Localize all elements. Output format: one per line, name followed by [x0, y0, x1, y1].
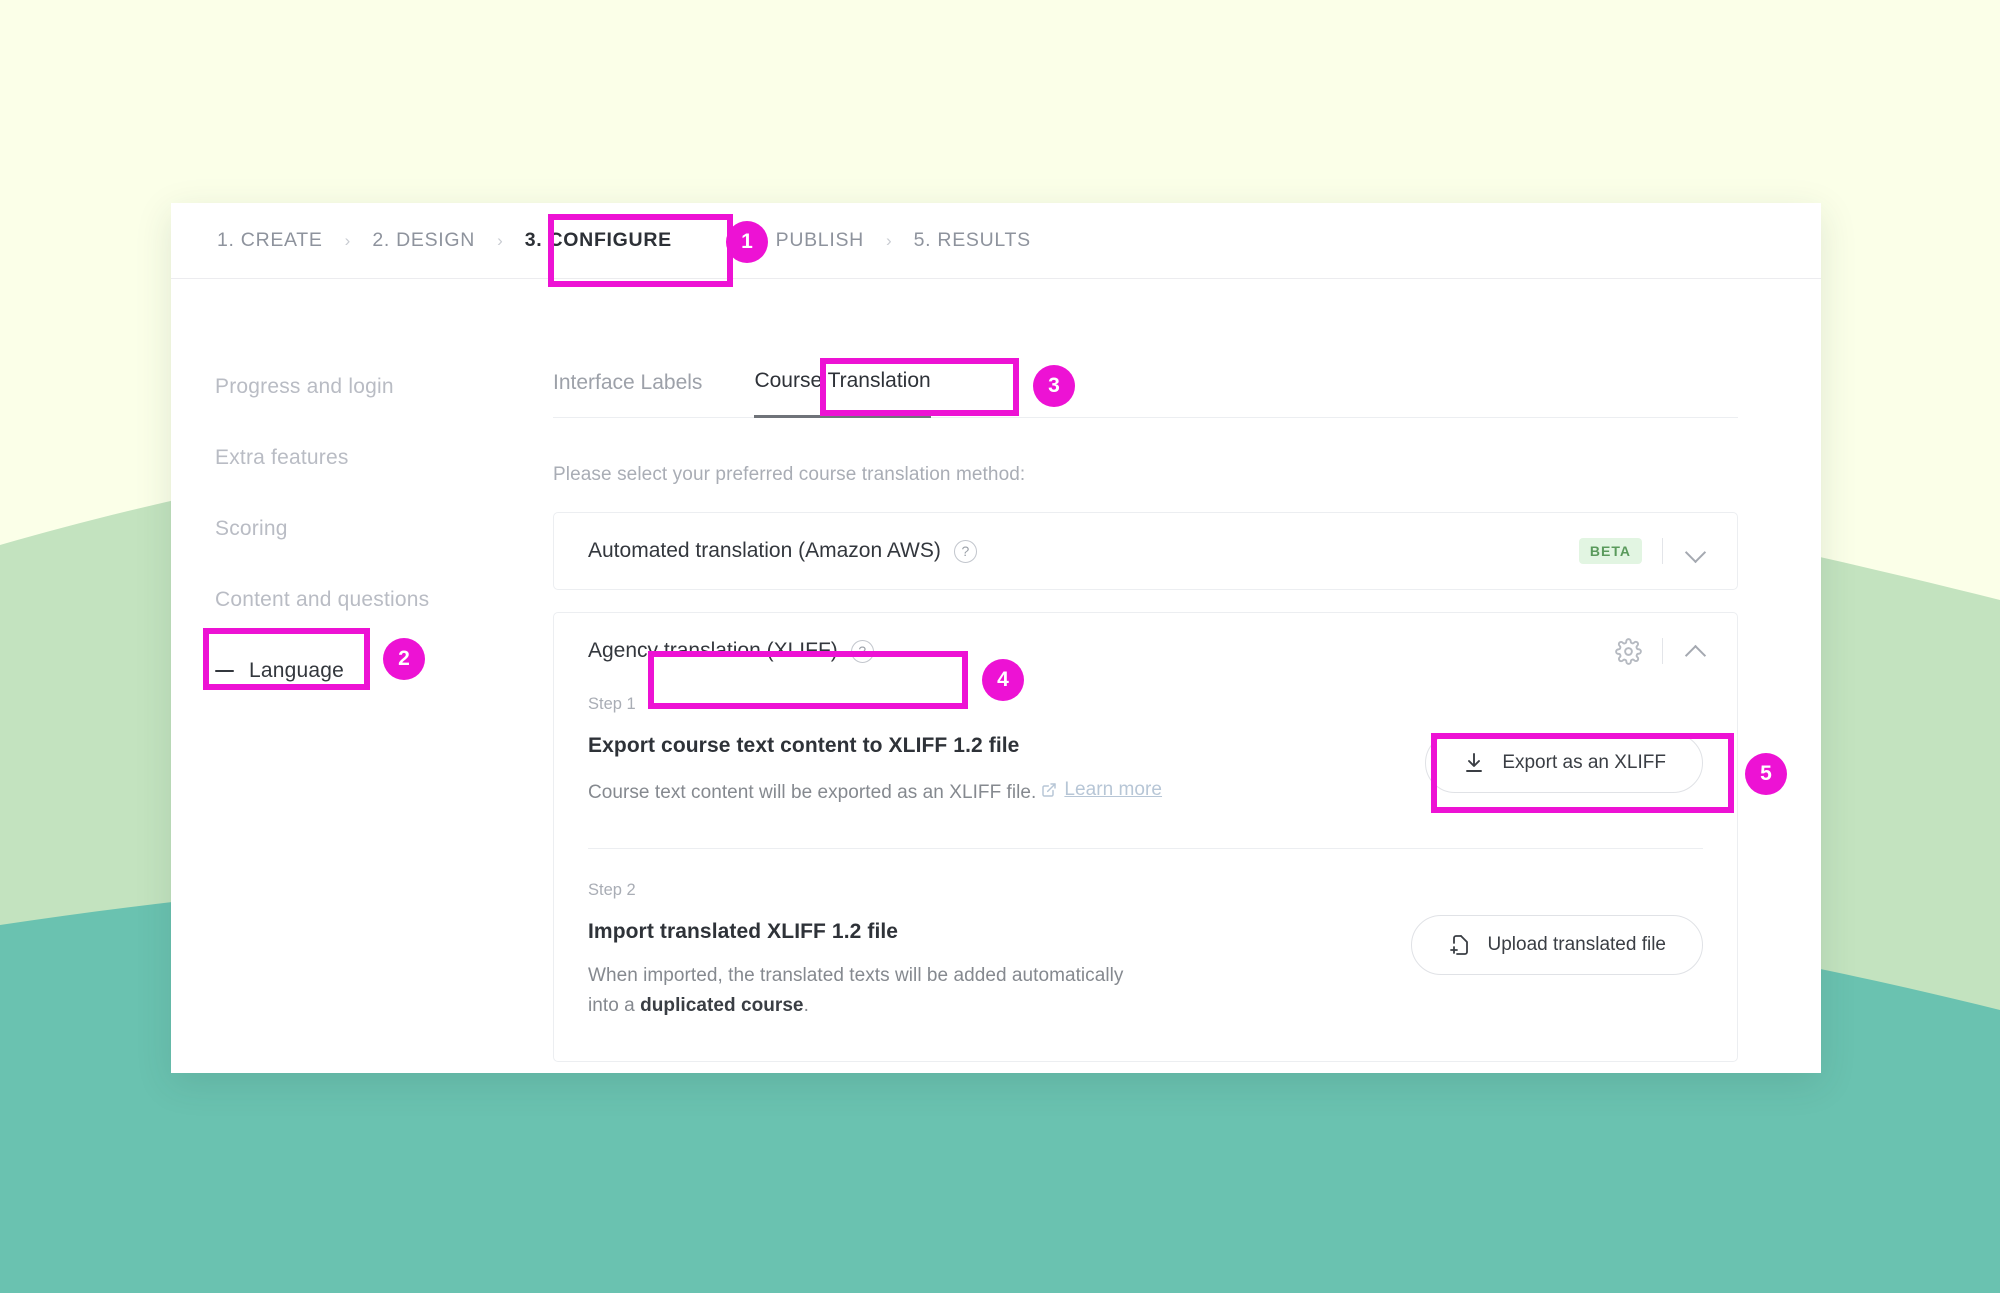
automated-translation-card[interactable]: Automated translation (Amazon AWS) ? BET…	[553, 512, 1738, 590]
step-2-description-line2-suffix: .	[803, 995, 809, 1017]
step-1-title: Export course text content to XLIFF 1.2 …	[588, 734, 1020, 757]
step-2-description-emphasis: duplicated course	[640, 995, 804, 1017]
annotation-badge-1: 1	[726, 221, 768, 263]
step-2-description-line2-prefix: into a	[588, 995, 641, 1017]
screenshot-root: 1. CREATE › 2. DESIGN › 3. CONFIGURE 4. …	[0, 0, 2000, 1293]
step-1-description: Course text content will be exported as …	[588, 775, 1395, 808]
automated-translation-actions: BETA	[1578, 538, 1709, 564]
tab-bar: Interface Labels Course Translation	[553, 369, 1738, 418]
step-1-block: Step 1 Export course text content to XLI…	[554, 689, 1737, 848]
step-design[interactable]: 2. DESIGN	[372, 229, 475, 252]
annotation-badge-3: 3	[1033, 365, 1075, 407]
beta-badge: BETA	[1578, 538, 1642, 564]
annotation-badge-2: 2	[383, 638, 425, 680]
annotation-badge-5: 5	[1745, 753, 1787, 795]
sidebar-item-progress-and-login[interactable]: Progress and login	[215, 375, 553, 399]
tab-course-translation[interactable]: Course Translation	[754, 369, 931, 418]
automated-translation-title-group: Automated translation (Amazon AWS) ?	[588, 539, 977, 563]
step-1-description-text: Course text content will be exported as …	[588, 782, 1037, 803]
app-window: 1. CREATE › 2. DESIGN › 3. CONFIGURE 4. …	[171, 203, 1821, 1073]
sidebar-item-extra-features[interactable]: Extra features	[215, 446, 553, 470]
automated-translation-header[interactable]: Automated translation (Amazon AWS) ? BET…	[554, 513, 1737, 589]
translation-method-hint: Please select your preferred course tran…	[553, 464, 1026, 485]
breadcrumb-separator-icon: ›	[344, 231, 351, 250]
step-2-description-line1: When imported, the translated texts will…	[588, 965, 1124, 987]
gear-icon[interactable]	[1615, 637, 1642, 665]
breadcrumb-separator-icon: ›	[885, 231, 892, 250]
breadcrumb-separator-icon: ›	[497, 231, 503, 250]
sidebar-item-label: Language	[249, 659, 345, 682]
step-2-text: Step 2 Import translated XLIFF 1.2 file …	[588, 881, 1411, 1021]
export-button-label: Export as an XLIFF	[1502, 752, 1666, 773]
upload-button-label: Upload translated file	[1487, 934, 1667, 956]
chevron-up-icon[interactable]	[1683, 638, 1709, 664]
step-2-description: When imported, the translated texts will…	[588, 961, 1381, 1021]
agency-translation-header[interactable]: Agency translation (XLIFF) ?	[554, 613, 1737, 689]
upload-translated-file-button[interactable]: Upload translated file	[1410, 915, 1703, 976]
step-2-block: Step 2 Import translated XLIFF 1.2 file …	[554, 849, 1737, 1061]
divider	[1662, 638, 1663, 664]
agency-translation-card: Agency translation (XLIFF) ? Step 1 Expo…	[553, 612, 1738, 1063]
step-configure[interactable]: 3. CONFIGURE	[525, 229, 672, 252]
breadcrumb: 1. CREATE › 2. DESIGN › 3. CONFIGURE 4. …	[171, 203, 1821, 279]
annotation-badge-4: 4	[982, 659, 1024, 701]
agency-translation-actions	[1615, 637, 1709, 665]
learn-more-label: Learn more	[1064, 779, 1163, 800]
learn-more-link[interactable]: Learn more	[1041, 775, 1162, 805]
step-2-title: Import translated XLIFF 1.2 file	[588, 920, 899, 944]
main-panel: Interface Labels Course Translation Plea…	[553, 279, 1821, 1073]
file-add-icon	[1449, 935, 1468, 955]
sidebar-item-scoring[interactable]: Scoring	[215, 517, 553, 541]
agency-translation-title: Agency translation (XLIFF)	[588, 639, 838, 662]
divider	[1662, 538, 1663, 564]
chevron-down-icon[interactable]	[1683, 538, 1709, 564]
step-results[interactable]: 5. RESULTS	[914, 229, 1031, 252]
agency-translation-title-group: Agency translation (XLIFF) ?	[588, 639, 874, 663]
settings-sidebar: Progress and login Extra features Scorin…	[171, 279, 553, 1073]
step-publish[interactable]: 4. PUBLISH	[752, 229, 864, 252]
sidebar-item-content-and-questions[interactable]: Content and questions	[215, 588, 553, 612]
minus-icon	[215, 669, 234, 673]
step-2-action: Upload translated file	[1410, 881, 1703, 976]
export-as-xliff-button[interactable]: Export as an XLIFF	[1425, 733, 1703, 793]
step-create[interactable]: 1. CREATE	[217, 229, 323, 252]
download-icon	[1466, 753, 1483, 772]
help-icon[interactable]: ?	[850, 639, 874, 663]
help-icon[interactable]: ?	[953, 539, 977, 563]
step-1-action: Export as an XLIFF	[1425, 695, 1703, 793]
automated-translation-title: Automated translation (Amazon AWS)	[588, 539, 941, 562]
step-2-label: Step 2	[588, 881, 636, 900]
external-link-icon	[1042, 783, 1057, 797]
step-1-text: Step 1 Export course text content to XLI…	[588, 695, 1425, 808]
tab-interface-labels[interactable]: Interface Labels	[553, 371, 702, 417]
